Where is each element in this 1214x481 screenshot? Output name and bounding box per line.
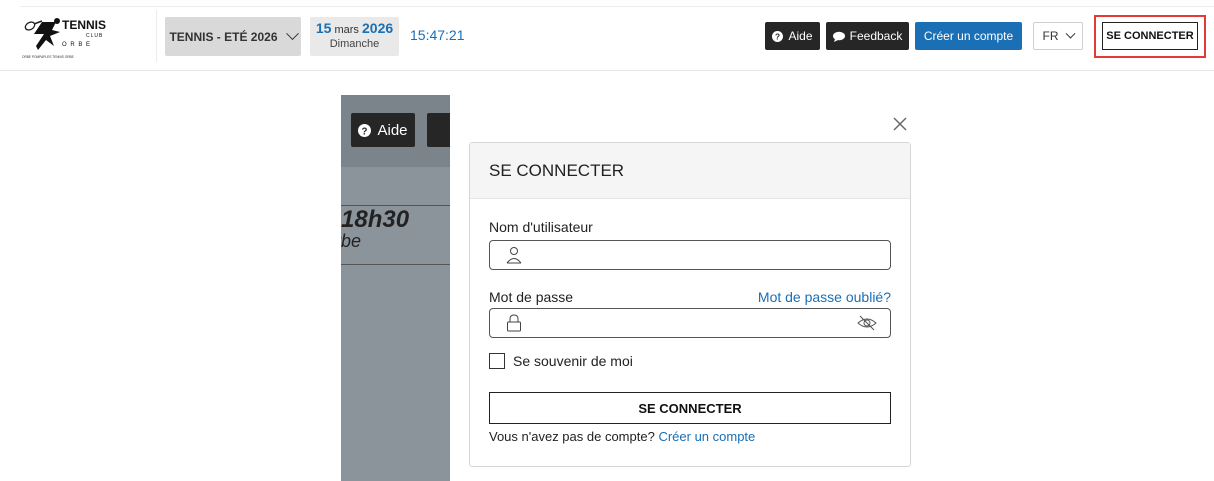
season-select[interactable]: TENNIS - ETÉ 2026 [165,17,301,56]
date-picker[interactable]: 15 mars 2026 Dimanche [310,17,399,56]
username-label: Nom d'utilisateur [489,219,593,235]
remember-me-label: Se souvenir de moi [513,353,633,369]
username-input[interactable] [530,245,854,267]
background-overlay-panel: ? Aide 18h30 rbe [341,95,450,481]
svg-text:O R B E: O R B E [62,42,91,48]
feedback-label: Feedback [849,29,903,43]
user-icon [506,247,522,264]
help-label: Aide [788,29,813,43]
lock-icon [507,314,521,332]
help-button[interactable]: ? Aide [765,22,820,50]
svg-text:?: ? [775,32,780,41]
date-weekday: Dimanche [329,38,380,50]
remember-me-checkbox[interactable]: Se souvenir de moi [489,353,633,369]
club-logo[interactable]: TENNIS CLUB O R B E ORBE POMPAPLES TENNI… [20,16,135,62]
eye-slash-icon[interactable] [856,314,878,332]
speech-bubble-icon [832,31,845,42]
feedback-button[interactable]: Feedback [826,22,909,50]
password-label: Mot de passe [489,289,574,305]
season-label: TENNIS - ETÉ 2026 [169,29,278,44]
svg-text:ORBE POMPAPLES TENNIS: ORBE POMPAPLES TENNIS ORBE [22,55,74,59]
question-circle-icon: ? [358,123,372,137]
submit-login-button[interactable]: SE CONNECTER [489,392,891,424]
question-circle-icon: ? [772,30,784,42]
no-account-text: Vous n'avez pas de compte? [489,429,655,444]
background-feedback-button [427,113,450,147]
password-field[interactable] [489,308,891,338]
close-icon[interactable] [890,114,910,134]
chevron-down-icon [1065,28,1075,39]
modal-title: SE CONNECTER [470,143,910,199]
background-time: 18h30 [341,206,410,233]
top-divider [20,6,1214,7]
login-modal: SE CONNECTER Nom d'utilisateur Mot de pa… [469,142,911,467]
current-time: 15:47:21 [410,27,465,43]
checkbox-box[interactable] [489,353,505,369]
background-place: rbe [341,231,362,251]
language-label: FR [1042,29,1059,43]
date-day: 15 [315,20,332,36]
background-help-button: ? Aide [351,113,415,147]
create-account-link[interactable]: Créer un compte [658,429,755,444]
logo-separator [156,10,157,62]
top-bar: TENNIS CLUB O R B E ORBE POMPAPLES TENNI… [0,0,1214,71]
date-month: mars [334,24,359,36]
login-button[interactable]: SE CONNECTER [1102,22,1198,50]
svg-text:?: ? [362,126,368,137]
create-account-button[interactable]: Créer un compte [915,22,1022,50]
date-year: 2026 [362,20,394,36]
logo-text: TENNIS [62,18,106,32]
chevron-down-icon [285,27,299,41]
signup-prompt: Vous n'avez pas de compte? Créer un comp… [489,429,755,444]
language-select[interactable]: FR [1033,22,1083,50]
username-field[interactable] [489,240,891,270]
forgot-password-link[interactable]: Mot de passe oublié? [758,289,891,305]
password-input[interactable] [530,313,854,335]
svg-text:CLUB: CLUB [86,33,103,39]
